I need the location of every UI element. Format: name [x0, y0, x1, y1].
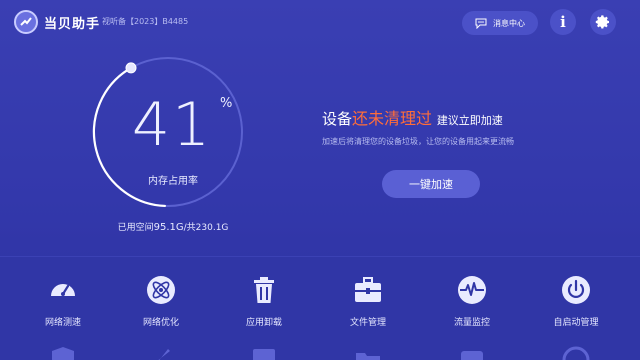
tool-row2-folder-icon — [323, 345, 413, 360]
status-subtitle: 加速后将清理您的设备垃圾，让您的设备用起来更流畅 — [322, 137, 514, 146]
memory-usage-label: 内存占用率 — [148, 176, 198, 187]
tool-label: 网络测速 — [44, 318, 81, 328]
status-part2: 建议立即加速 — [436, 114, 503, 127]
tool-row2-screen-icon — [427, 345, 517, 360]
used-prefix: 已用空间 — [117, 223, 154, 233]
tool-row2-rocket-icon — [116, 345, 206, 360]
gauge-knob — [125, 62, 137, 74]
memory-percent-sign: % — [220, 96, 233, 111]
top-bar: 当贝助手 视听备【2023】B4485 消息中心 i — [0, 0, 640, 46]
tool-label: 文件管理 — [349, 318, 386, 328]
storage-usage-text: 已用空间95.1G/共230.1G — [100, 220, 246, 233]
tool-file-manager[interactable]: 文件管理 — [323, 273, 413, 328]
used-separator: /共 — [183, 223, 196, 233]
chat-bubble-icon — [475, 18, 487, 29]
tool-row2-globe-icon — [531, 345, 621, 360]
license-number: 视听备【2023】B4485 — [102, 17, 189, 26]
total-value: 230.1G — [195, 223, 229, 233]
status-warning: 还未清理过 — [352, 109, 433, 128]
tool-label: 流量监控 — [453, 318, 490, 328]
speedometer-icon — [46, 273, 80, 307]
tool-autostart-manager[interactable]: 自启动管理 — [531, 273, 621, 328]
pulse-icon — [455, 273, 489, 307]
tool-network-optimize[interactable]: 网络优化 — [116, 273, 206, 328]
gear-icon — [595, 15, 609, 29]
app-logo-icon — [14, 10, 38, 34]
settings-button[interactable] — [590, 9, 616, 35]
tool-label: 自启动管理 — [553, 318, 599, 328]
used-value: 95.1G — [153, 222, 184, 233]
trash-icon — [247, 273, 281, 307]
info-button[interactable]: i — [550, 9, 576, 35]
tool-row2-shield-icon — [18, 345, 108, 360]
atom-icon — [144, 273, 178, 307]
tool-row2-dns-icon — [219, 345, 309, 360]
message-center-label: 消息中心 — [493, 18, 525, 28]
app-title: 当贝助手 — [44, 17, 101, 32]
tool-network-speed-test[interactable]: 网络测速 — [18, 273, 108, 328]
tool-label: 网络优化 — [142, 318, 179, 328]
one-click-boost-button[interactable]: 一键加速 — [382, 170, 480, 198]
tool-app-uninstall[interactable]: 应用卸载 — [219, 273, 309, 328]
status-headline: 设备还未清理过 建议立即加速 — [322, 105, 503, 129]
toolbox-icon — [351, 273, 385, 307]
message-center-button[interactable]: 消息中心 — [462, 11, 538, 35]
power-icon — [559, 273, 593, 307]
tool-label: 应用卸载 — [245, 318, 282, 328]
tools-panel: 网络测速 网络优化 应用卸载 文件管理 流量监控 自启动管理 — [0, 256, 640, 360]
tool-traffic-monitor[interactable]: 流量监控 — [427, 273, 517, 328]
memory-percent-value: 41 — [131, 90, 213, 160]
status-part1: 设备 — [322, 110, 353, 128]
info-icon: i — [560, 13, 566, 31]
